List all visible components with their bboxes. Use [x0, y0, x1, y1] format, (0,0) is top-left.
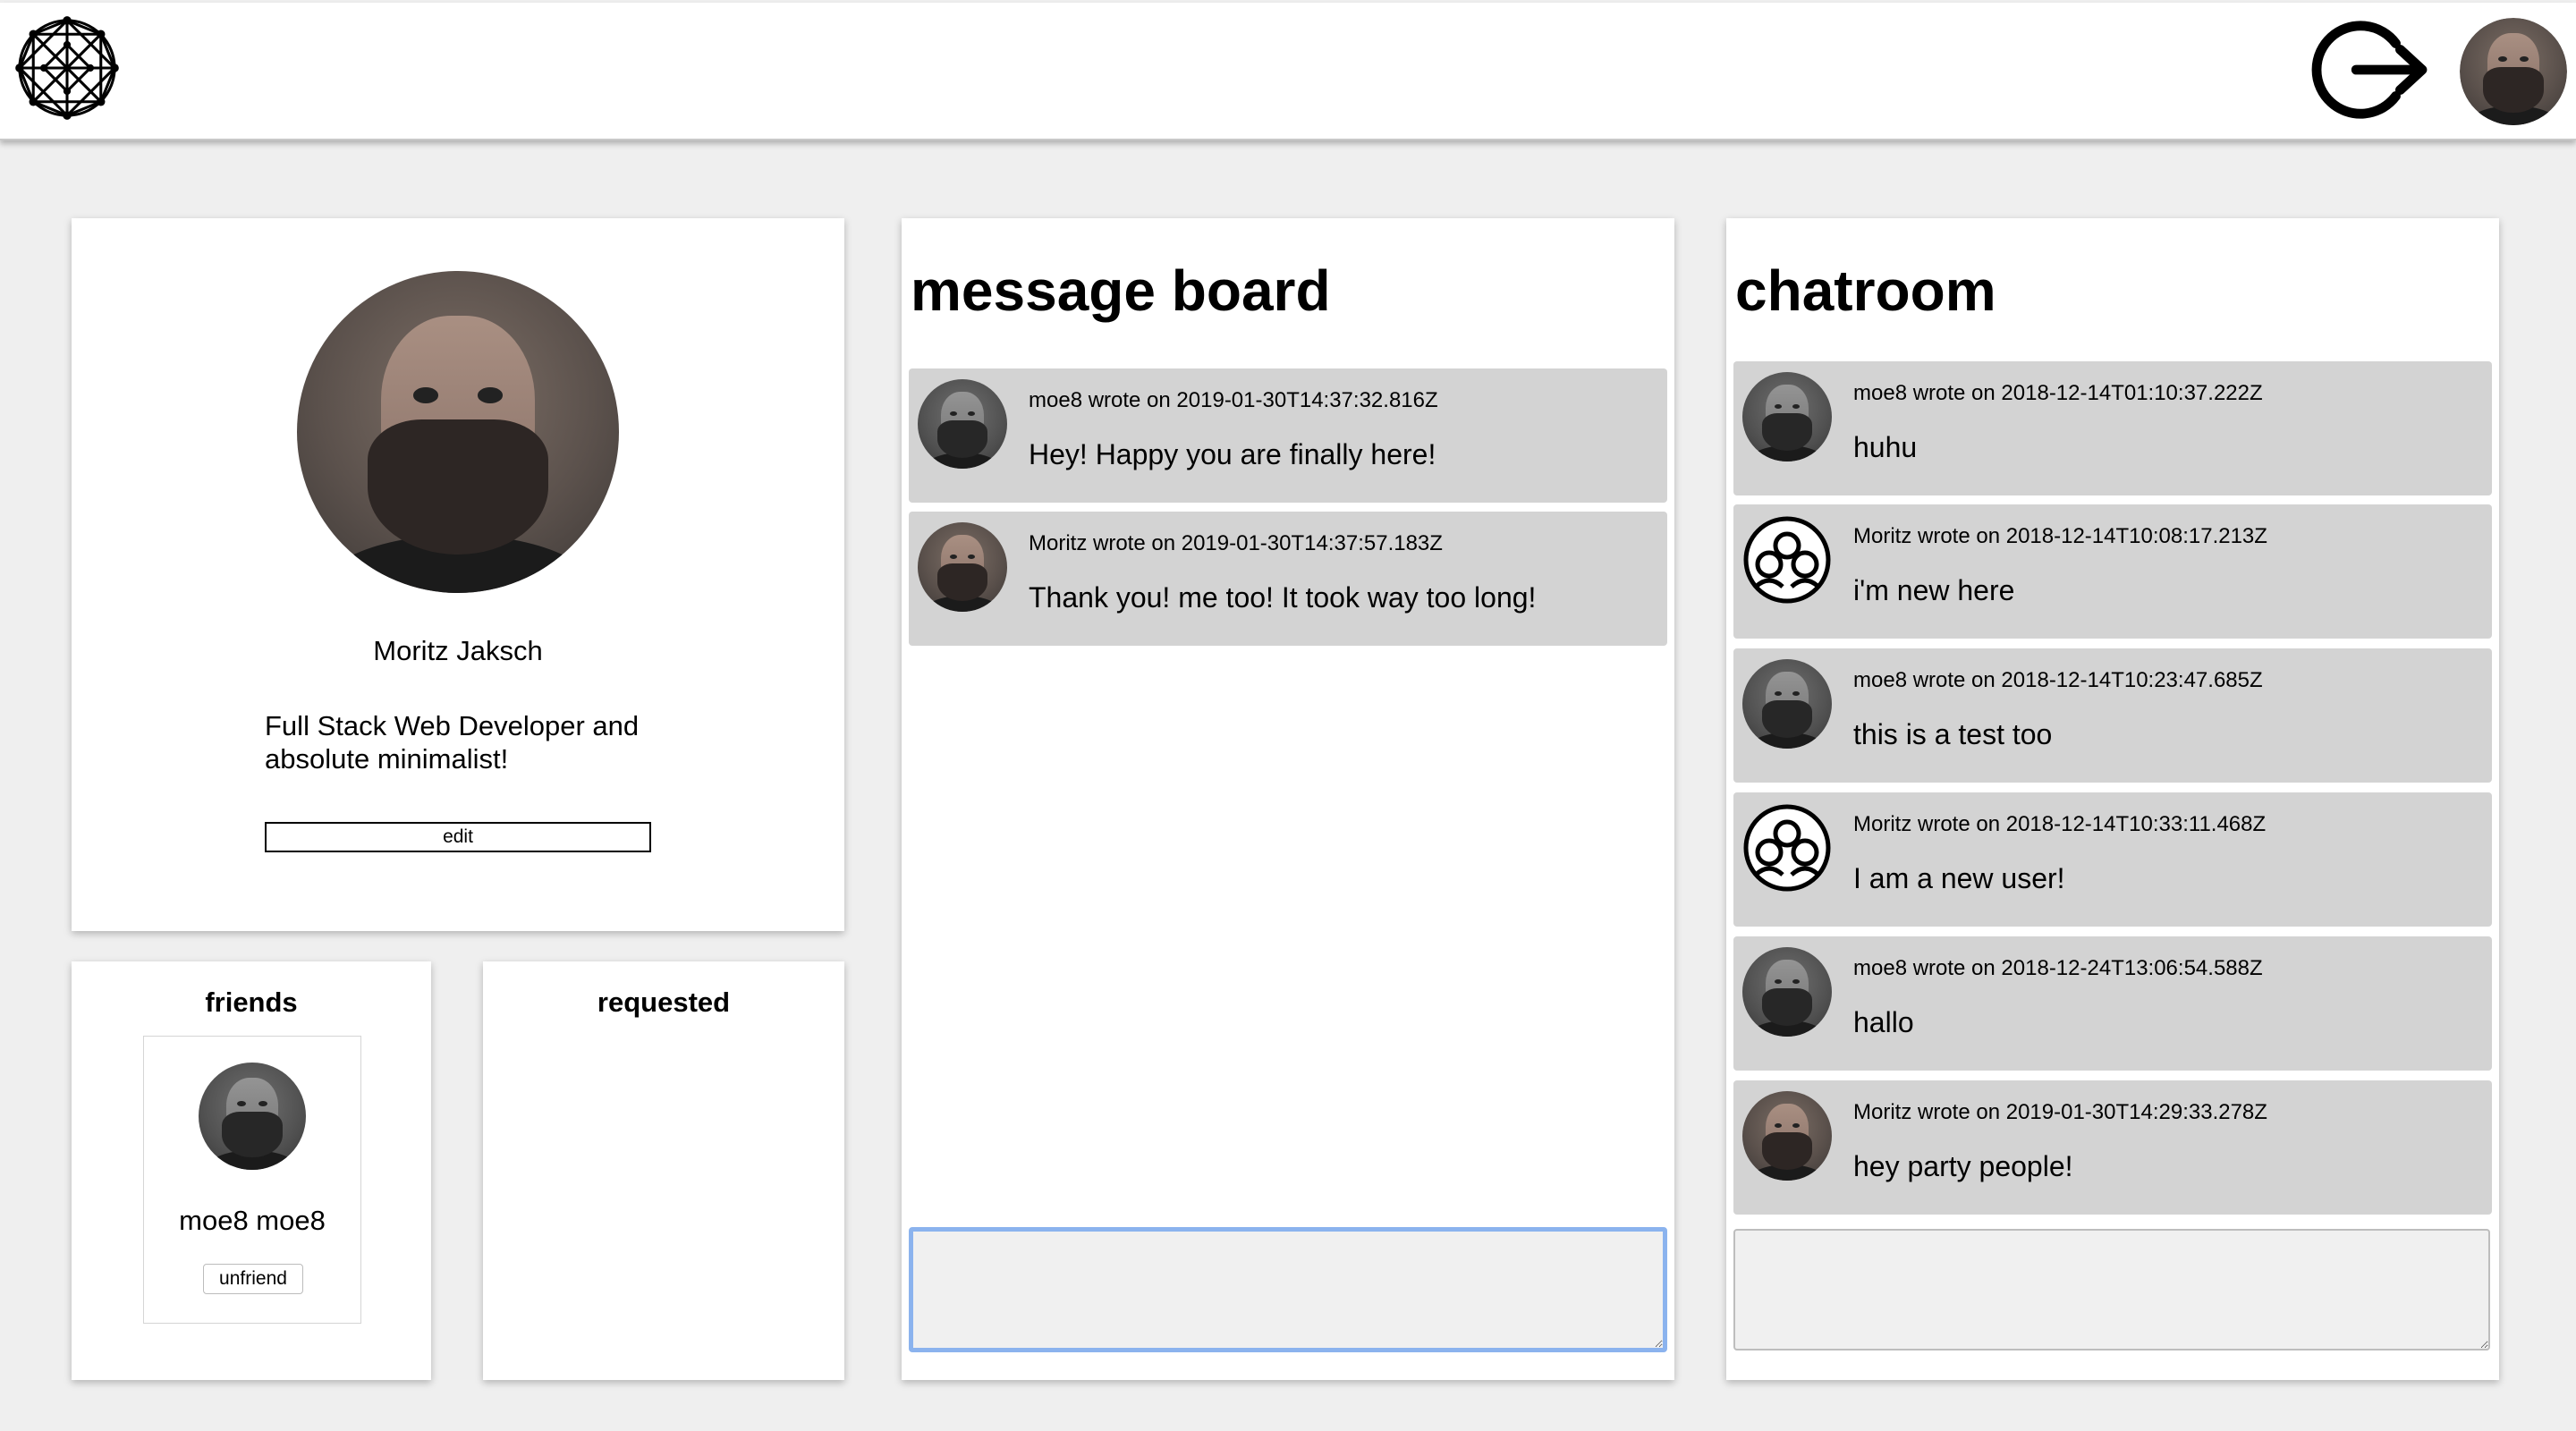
message-board-panel: message board moe8 wrote on 2019-01-30T1… [902, 218, 1674, 1380]
message-item: moe8 wrote on 2019-01-30T14:37:32.816Z H… [909, 368, 1667, 503]
chat-message-avatar[interactable] [1742, 515, 1832, 605]
chat-message-meta: Moritz wrote on 2018-12-14T10:33:11.468Z [1853, 812, 2267, 836]
chat-message-meta: Moritz wrote on 2019-01-30T14:29:33.278Z [1853, 1100, 2267, 1124]
friends-title: friends [205, 986, 298, 1018]
message-item: Moritz wrote on 2019-01-30T14:37:57.183Z… [909, 512, 1667, 646]
message-board-title: message board [911, 258, 1331, 323]
user-avatar[interactable] [2460, 18, 2567, 125]
chat-message-text: i'm new here [1853, 574, 2015, 606]
friend-avatar[interactable] [199, 1063, 306, 1170]
chat-message-avatar[interactable] [1742, 372, 1832, 461]
chat-message-text: huhu [1853, 431, 1918, 463]
default-user-group-icon [1743, 804, 1831, 892]
chat-message-avatar[interactable] [1742, 659, 1832, 749]
profile-picture[interactable] [297, 271, 619, 593]
message-meta: Moritz wrote on 2019-01-30T14:37:57.183Z [1029, 531, 1443, 555]
message-avatar[interactable] [918, 522, 1007, 612]
chat-message-text: I am a new user! [1853, 862, 2065, 894]
chat-message-avatar[interactable] [1742, 1091, 1832, 1181]
chatroom-title: chatroom [1735, 258, 1996, 323]
chat-message-meta: Moritz wrote on 2018-12-14T10:08:17.213Z [1853, 524, 2267, 548]
chat-message-item: moe8 wrote on 2018-12-14T01:10:37.222Z h… [1733, 361, 2492, 495]
profile-name: Moritz Jaksch [373, 635, 543, 666]
requested-card: requested [483, 961, 844, 1380]
friends-card: friends moe8 moe8 unfriend [72, 961, 431, 1380]
chat-message-item: moe8 wrote on 2018-12-14T10:23:47.685Z t… [1733, 648, 2492, 783]
message-text: Thank you! me too! It took way too long! [1029, 581, 1537, 614]
message-board-input[interactable] [909, 1227, 1667, 1352]
top-navigation-bar [0, 3, 2576, 140]
chat-message-meta: moe8 wrote on 2018-12-14T01:10:37.222Z [1853, 381, 2263, 405]
chat-message-meta: moe8 wrote on 2018-12-24T13:06:54.588Z [1853, 956, 2263, 980]
message-avatar[interactable] [918, 379, 1007, 469]
requested-title: requested [597, 986, 731, 1018]
logout-arrow-icon[interactable] [2308, 17, 2431, 123]
friend-name: moe8 moe8 [179, 1205, 326, 1236]
friend-tile: moe8 moe8 unfriend [143, 1036, 361, 1324]
edit-bio-button[interactable]: edit [265, 822, 651, 852]
chat-message-text: hallo [1853, 1006, 1914, 1038]
chat-message-avatar[interactable] [1742, 947, 1832, 1037]
chat-message-item: Moritz wrote on 2018-12-14T10:08:17.213Z… [1733, 504, 2492, 639]
chat-message-text: hey party people! [1853, 1150, 2073, 1182]
chat-message-meta: moe8 wrote on 2018-12-14T10:23:47.685Z [1853, 668, 2263, 692]
chat-message-item: Moritz wrote on 2018-12-14T10:33:11.468Z… [1733, 792, 2492, 927]
message-meta: moe8 wrote on 2019-01-30T14:37:32.816Z [1029, 388, 1438, 412]
chat-message-item: Moritz wrote on 2019-01-30T14:29:33.278Z… [1733, 1080, 2492, 1215]
chat-message-avatar[interactable] [1742, 803, 1832, 893]
chatroom-panel: chatroom moe8 wrote on 2018-12-14T01:10:… [1726, 218, 2499, 1380]
unfriend-button[interactable]: unfriend [203, 1264, 303, 1294]
chat-message-text: this is a test too [1853, 718, 2053, 750]
profile-card: Moritz Jaksch Full Stack Web Developer a… [72, 218, 844, 931]
message-text: Hey! Happy you are finally here! [1029, 438, 1436, 470]
chat-message-item: moe8 wrote on 2018-12-24T13:06:54.588Z h… [1733, 936, 2492, 1071]
profile-bio: Full Stack Web Developer and absolute mi… [265, 710, 640, 775]
network-sphere-logo-icon[interactable] [14, 15, 120, 121]
chatroom-input[interactable] [1733, 1229, 2490, 1351]
default-user-group-icon [1743, 516, 1831, 604]
